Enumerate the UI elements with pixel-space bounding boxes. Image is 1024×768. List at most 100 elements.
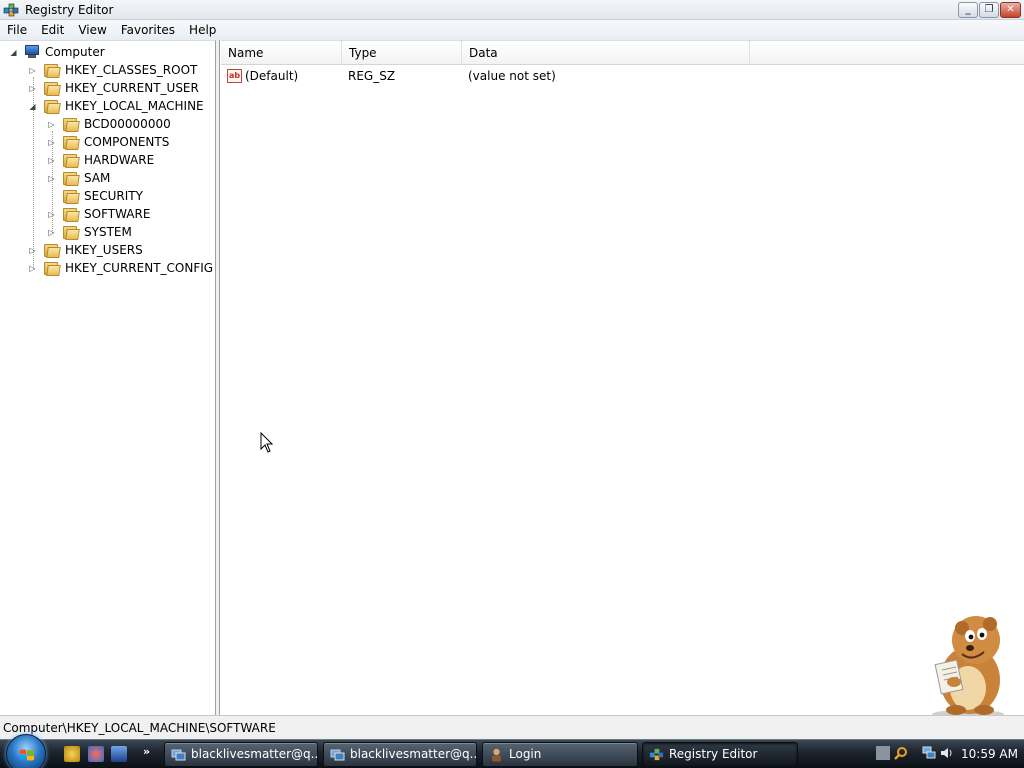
tree-node-hkey-local-machine[interactable]: ◢ HKEY_LOCAL_MACHINE: [28, 97, 204, 115]
folder-icon: [43, 261, 61, 276]
expand-arrow-icon[interactable]: ▷: [47, 138, 56, 147]
show-desktop-icon[interactable]: [111, 746, 127, 762]
folder-icon: [62, 153, 80, 168]
tree-node-computer[interactable]: ◢ Computer: [9, 43, 105, 61]
title-bar: Registry Editor _ ❐ ✕: [0, 0, 1024, 20]
tree-node-label: SAM: [84, 171, 111, 185]
network-icon: [330, 749, 345, 761]
window-title: Registry Editor: [25, 3, 114, 17]
tree-node-hkey-users[interactable]: ▷ HKEY_USERS: [28, 241, 143, 259]
restore-button[interactable]: ❐: [979, 2, 999, 18]
tree-node-hkey-current-config[interactable]: ▷ HKEY_CURRENT_CONFIG: [28, 259, 213, 277]
folder-icon: [62, 117, 80, 132]
expand-arrow-icon[interactable]: ▷: [28, 84, 37, 93]
tree-node-label: HKEY_CURRENT_CONFIG: [65, 261, 214, 275]
column-header-name[interactable]: Name: [221, 41, 342, 65]
start-button[interactable]: [6, 734, 46, 768]
close-icon: ✕: [1006, 4, 1015, 15]
tree-node-label: SYSTEM: [84, 225, 132, 239]
tree-node-label: HARDWARE: [84, 153, 155, 167]
tree-node-label: SOFTWARE: [84, 207, 151, 221]
folder-icon: [62, 189, 80, 204]
registry-tree[interactable]: ◢ Computer ▷ HKEY_CLASSES_ROOT ▷ HKEY_CU…: [0, 40, 216, 715]
user-icon: [492, 748, 501, 762]
expand-arrow-icon[interactable]: ▷: [47, 210, 56, 219]
collapse-arrow-icon[interactable]: ◢: [28, 102, 37, 111]
taskbar: » blacklivesmatter@q... blacklivesmatter…: [0, 734, 1024, 768]
minimize-icon: _: [965, 4, 971, 15]
tree-node-label: SECURITY: [84, 189, 143, 203]
minimize-button[interactable]: _: [958, 2, 978, 18]
taskbar-button-session-1[interactable]: blacklivesmatter@q...: [164, 742, 318, 767]
tree-node-label: Computer: [45, 45, 105, 59]
tray-app-icon[interactable]: [876, 746, 890, 760]
expand-arrow-icon[interactable]: ▷: [28, 264, 37, 273]
folder-icon: [62, 171, 80, 186]
expand-arrow-icon[interactable]: ▷: [47, 156, 56, 165]
network-icon: [171, 749, 186, 761]
regedit-icon: [649, 748, 664, 761]
tree-node-label: BCD00000000: [84, 117, 171, 131]
network-status-icon[interactable]: [922, 746, 936, 760]
close-button[interactable]: ✕: [1000, 2, 1021, 18]
tree-leaf-connector: ·: [47, 192, 56, 201]
folder-open-icon: [43, 99, 61, 114]
quick-launch-app-icon[interactable]: [64, 746, 80, 762]
tree-node-label: HKEY_CLASSES_ROOT: [65, 63, 198, 77]
menu-file[interactable]: File: [0, 20, 34, 40]
volume-icon[interactable]: [940, 746, 954, 760]
menu-help[interactable]: Help: [182, 20, 223, 40]
menu-edit[interactable]: Edit: [34, 20, 71, 40]
folder-icon: [62, 207, 80, 222]
tree-node-system[interactable]: ▷ SYSTEM: [47, 223, 132, 241]
taskbar-button-label: Registry Editor: [669, 747, 758, 761]
value-name: (Default): [245, 69, 299, 83]
tree-node-label: COMPONENTS: [84, 135, 170, 149]
folder-icon: [62, 225, 80, 240]
taskbar-button-label: blacklivesmatter@q...: [191, 747, 318, 761]
tree-node-hkey-current-user[interactable]: ▷ HKEY_CURRENT_USER: [28, 79, 199, 97]
quick-launch-more-button[interactable]: »: [143, 745, 150, 758]
value-type: REG_SZ: [348, 69, 396, 83]
tree-node-sam[interactable]: ▷ SAM: [47, 169, 110, 187]
values-list[interactable]: Name Type Data ab (Default) REG_SZ (valu…: [221, 40, 1024, 715]
tree-node-software[interactable]: ▷ SOFTWARE: [47, 205, 150, 223]
expand-arrow-icon[interactable]: ▷: [28, 246, 37, 255]
current-key-path: Computer\HKEY_LOCAL_MACHINE\SOFTWARE: [3, 721, 276, 735]
folder-icon: [43, 63, 61, 78]
expand-arrow-icon[interactable]: ▷: [28, 66, 37, 75]
search-icon[interactable]: [894, 746, 908, 760]
restore-icon: ❐: [984, 4, 994, 15]
hamster-mascot-icon: [932, 616, 1004, 718]
tree-node-hkey-classes-root[interactable]: ▷ HKEY_CLASSES_ROOT: [28, 61, 197, 79]
expand-arrow-icon[interactable]: ▷: [47, 228, 56, 237]
window-controls: _ ❐ ✕: [958, 2, 1021, 18]
tree-node-bcd00000000[interactable]: ▷ BCD00000000: [47, 115, 171, 133]
mouse-cursor-icon: [260, 432, 274, 453]
clock[interactable]: 10:59 AM: [961, 747, 1018, 761]
collapse-arrow-icon[interactable]: ◢: [9, 48, 18, 57]
string-value-icon: ab: [227, 69, 242, 83]
pane-splitter[interactable]: [216, 40, 220, 715]
expand-arrow-icon[interactable]: ▷: [47, 174, 56, 183]
tree-node-hardware[interactable]: ▷ HARDWARE: [47, 151, 154, 169]
column-header-data[interactable]: Data: [462, 41, 750, 65]
windows-logo-icon: [20, 749, 34, 761]
regedit-icon: [3, 3, 19, 17]
list-row[interactable]: ab (Default) REG_SZ (value not set): [221, 67, 1024, 85]
folder-icon: [43, 81, 61, 96]
menu-bar: File Edit View Favorites Help: [0, 20, 1024, 40]
tree-node-components[interactable]: ▷ COMPONENTS: [47, 133, 169, 151]
expand-arrow-icon[interactable]: ▷: [47, 120, 56, 129]
quick-launch-browser-icon[interactable]: [88, 746, 104, 762]
taskbar-button-session-2[interactable]: blacklivesmatter@q...: [323, 742, 477, 767]
taskbar-button-label: blacklivesmatter@q...: [350, 747, 477, 761]
menu-view[interactable]: View: [71, 20, 113, 40]
value-data: (value not set): [468, 69, 556, 83]
taskbar-button-login[interactable]: Login: [482, 742, 638, 767]
taskbar-button-registry-editor[interactable]: Registry Editor: [642, 742, 798, 767]
menu-favorites[interactable]: Favorites: [114, 20, 182, 40]
folder-icon: [62, 135, 80, 150]
tree-node-security[interactable]: · SECURITY: [47, 187, 143, 205]
column-header-type[interactable]: Type: [342, 41, 462, 65]
